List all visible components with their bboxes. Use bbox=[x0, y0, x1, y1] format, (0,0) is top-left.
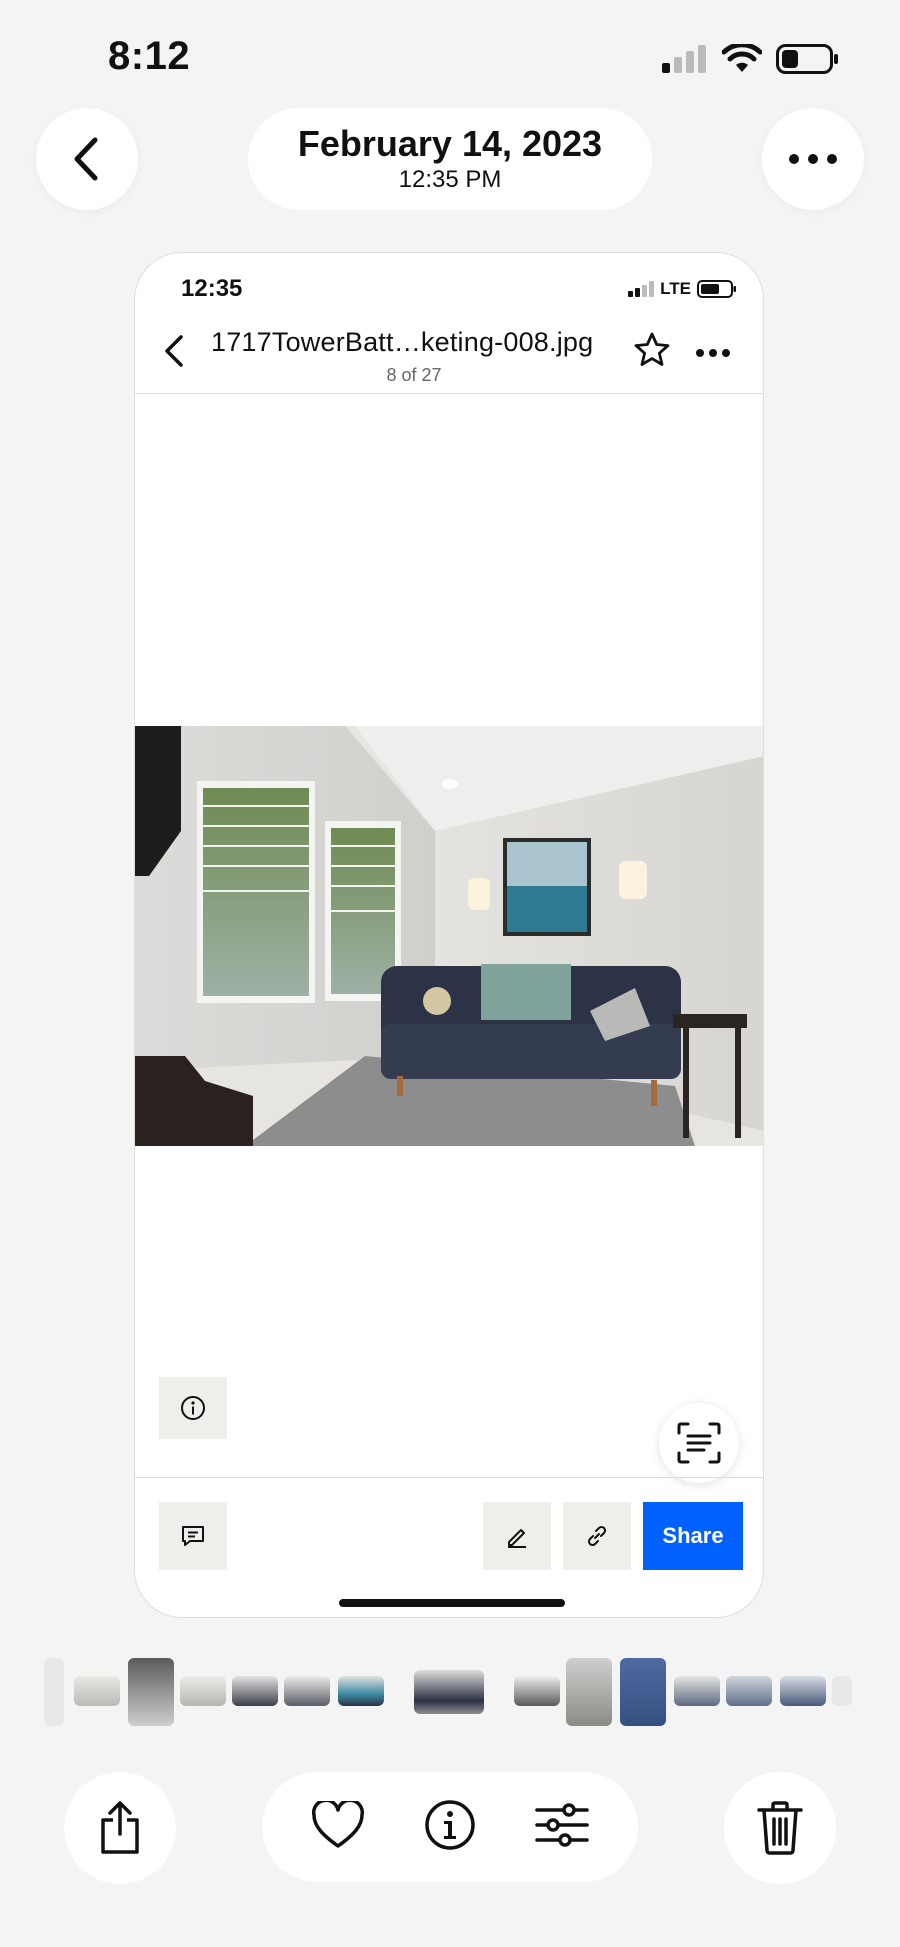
comment-icon bbox=[182, 1526, 204, 1546]
inner-more-button[interactable] bbox=[695, 345, 731, 363]
chevron-left-icon bbox=[74, 137, 98, 181]
photo-date: February 14, 2023 bbox=[297, 123, 603, 164]
wifi-icon bbox=[722, 44, 762, 72]
thumbnail[interactable] bbox=[674, 1676, 720, 1706]
home-indicator bbox=[339, 1599, 565, 1607]
inner-signal-icon bbox=[628, 281, 655, 297]
thumbnail[interactable] bbox=[284, 1676, 330, 1706]
share-icon bbox=[101, 1801, 139, 1854]
thumbnail[interactable] bbox=[620, 1658, 666, 1726]
thumbnail[interactable] bbox=[128, 1658, 174, 1726]
scan-text-button[interactable] bbox=[659, 1403, 739, 1483]
photo-time: 12:35 PM bbox=[398, 166, 502, 193]
thumbnail[interactable] bbox=[232, 1676, 278, 1706]
thumbnail[interactable] bbox=[726, 1676, 772, 1706]
thumbnail[interactable] bbox=[44, 1658, 64, 1726]
sliders-icon bbox=[535, 1802, 589, 1847]
inner-battery-icon bbox=[697, 280, 736, 298]
ellipsis-icon bbox=[789, 154, 837, 164]
inner-status-time: 12:35 bbox=[181, 275, 243, 302]
thumbnail-strip[interactable] bbox=[44, 1658, 856, 1728]
room-photo[interactable] bbox=[135, 726, 763, 1146]
heart-icon bbox=[312, 1798, 364, 1848]
thumbnail[interactable] bbox=[780, 1676, 826, 1706]
info-details-button[interactable] bbox=[423, 1798, 477, 1857]
comment-button[interactable] bbox=[159, 1502, 227, 1570]
info-icon bbox=[181, 1396, 205, 1420]
link-icon bbox=[587, 1525, 607, 1547]
cellular-signal-icon bbox=[662, 45, 706, 73]
thumbnail-selected[interactable] bbox=[414, 1670, 484, 1714]
trash-icon bbox=[757, 1801, 803, 1855]
star-button[interactable] bbox=[633, 331, 671, 374]
pencil-icon bbox=[508, 1529, 526, 1548]
inner-status-icons: LTE bbox=[628, 279, 737, 299]
room-photo-image bbox=[135, 726, 763, 1146]
more-options-button[interactable] bbox=[762, 108, 864, 210]
share-button[interactable]: Share bbox=[643, 1502, 743, 1570]
photo-toolbar bbox=[262, 1772, 638, 1882]
file-counter-text: 8 of 27 bbox=[386, 365, 442, 385]
back-button[interactable] bbox=[36, 108, 138, 210]
info-icon bbox=[425, 1799, 475, 1850]
copy-link-button[interactable] bbox=[563, 1502, 631, 1570]
file-name: 1717TowerBatt…keting-008.jpg bbox=[211, 327, 594, 357]
status-icons bbox=[662, 44, 840, 74]
inner-network-label: LTE bbox=[660, 279, 691, 298]
file-header: 1717TowerBatt…keting-008.jpg 8 of 27 bbox=[135, 313, 763, 394]
adjust-button[interactable] bbox=[535, 1802, 589, 1853]
edit-button[interactable] bbox=[483, 1502, 551, 1570]
ellipsis-icon bbox=[696, 349, 730, 357]
thumbnail[interactable] bbox=[180, 1676, 226, 1706]
thumbnail[interactable] bbox=[566, 1658, 612, 1726]
thumbnail[interactable] bbox=[74, 1676, 120, 1706]
thumbnail[interactable] bbox=[514, 1676, 560, 1706]
favorite-button[interactable] bbox=[311, 1798, 365, 1854]
info-button[interactable] bbox=[159, 1377, 227, 1439]
screenshot-preview: 12:35 LTE 1717TowerBatt…keting-008.jpg 8… bbox=[134, 252, 764, 1618]
delete-button[interactable] bbox=[724, 1772, 836, 1884]
battery-icon bbox=[776, 44, 838, 74]
thumbnail[interactable] bbox=[338, 1676, 384, 1706]
date-header: February 14, 2023 12:35 PM bbox=[248, 108, 652, 210]
file-action-bar: Share bbox=[135, 1477, 763, 1617]
star-icon bbox=[634, 332, 670, 366]
share-sheet-button[interactable] bbox=[64, 1772, 176, 1884]
thumbnail[interactable] bbox=[832, 1676, 852, 1706]
scan-text-icon bbox=[677, 1422, 721, 1464]
status-time: 8:12 bbox=[108, 34, 191, 78]
